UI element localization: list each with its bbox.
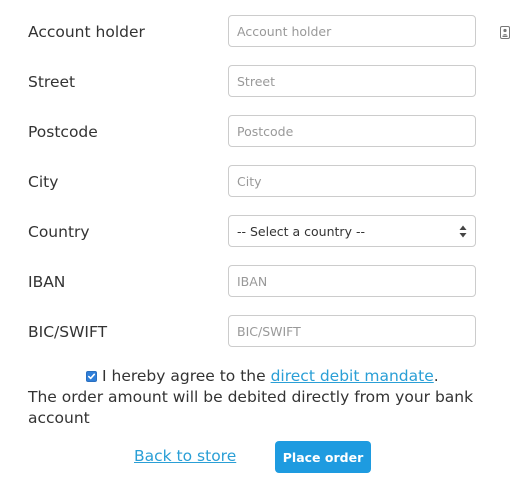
iban-row: IBAN xyxy=(0,265,518,299)
bic-swift-row: BIC/SWIFT xyxy=(0,315,518,349)
account-holder-label: Account holder xyxy=(28,23,145,41)
debit-note: The order amount will be debited directl… xyxy=(28,388,474,427)
country-select[interactable]: -- Select a country -- xyxy=(228,215,476,247)
country-select-value: -- Select a country -- xyxy=(237,224,365,239)
select-arrows-icon xyxy=(459,224,467,239)
street-label: Street xyxy=(28,73,76,91)
bic-swift-input[interactable] xyxy=(228,315,476,347)
bic-swift-label: BIC/SWIFT xyxy=(28,323,108,341)
city-input[interactable] xyxy=(228,165,476,197)
place-order-button[interactable]: Place order xyxy=(275,441,371,473)
contact-card-icon[interactable] xyxy=(500,24,510,39)
iban-input[interactable] xyxy=(228,265,476,297)
back-to-store-link[interactable]: Back to store xyxy=(134,446,236,466)
agreement-line: I hereby agree to the direct debit manda… xyxy=(28,366,498,387)
agreement-prefix: I hereby agree to the xyxy=(102,367,271,385)
city-row: City xyxy=(0,165,518,199)
agreement-suffix: . xyxy=(433,367,439,385)
account-holder-input[interactable] xyxy=(228,15,476,47)
postcode-input[interactable] xyxy=(228,115,476,147)
account-holder-row: Account holder xyxy=(0,15,518,49)
mandate-agreement: I hereby agree to the direct debit manda… xyxy=(28,366,498,429)
country-label: Country xyxy=(28,223,90,241)
country-row: Country -- Select a country -- xyxy=(0,215,518,249)
postcode-label: Postcode xyxy=(28,123,98,141)
direct-debit-mandate-link[interactable]: direct debit mandate xyxy=(271,367,434,385)
street-input[interactable] xyxy=(228,65,476,97)
street-row: Street xyxy=(0,65,518,99)
postcode-row: Postcode xyxy=(0,115,518,149)
iban-label: IBAN xyxy=(28,273,66,291)
city-label: City xyxy=(28,173,59,191)
